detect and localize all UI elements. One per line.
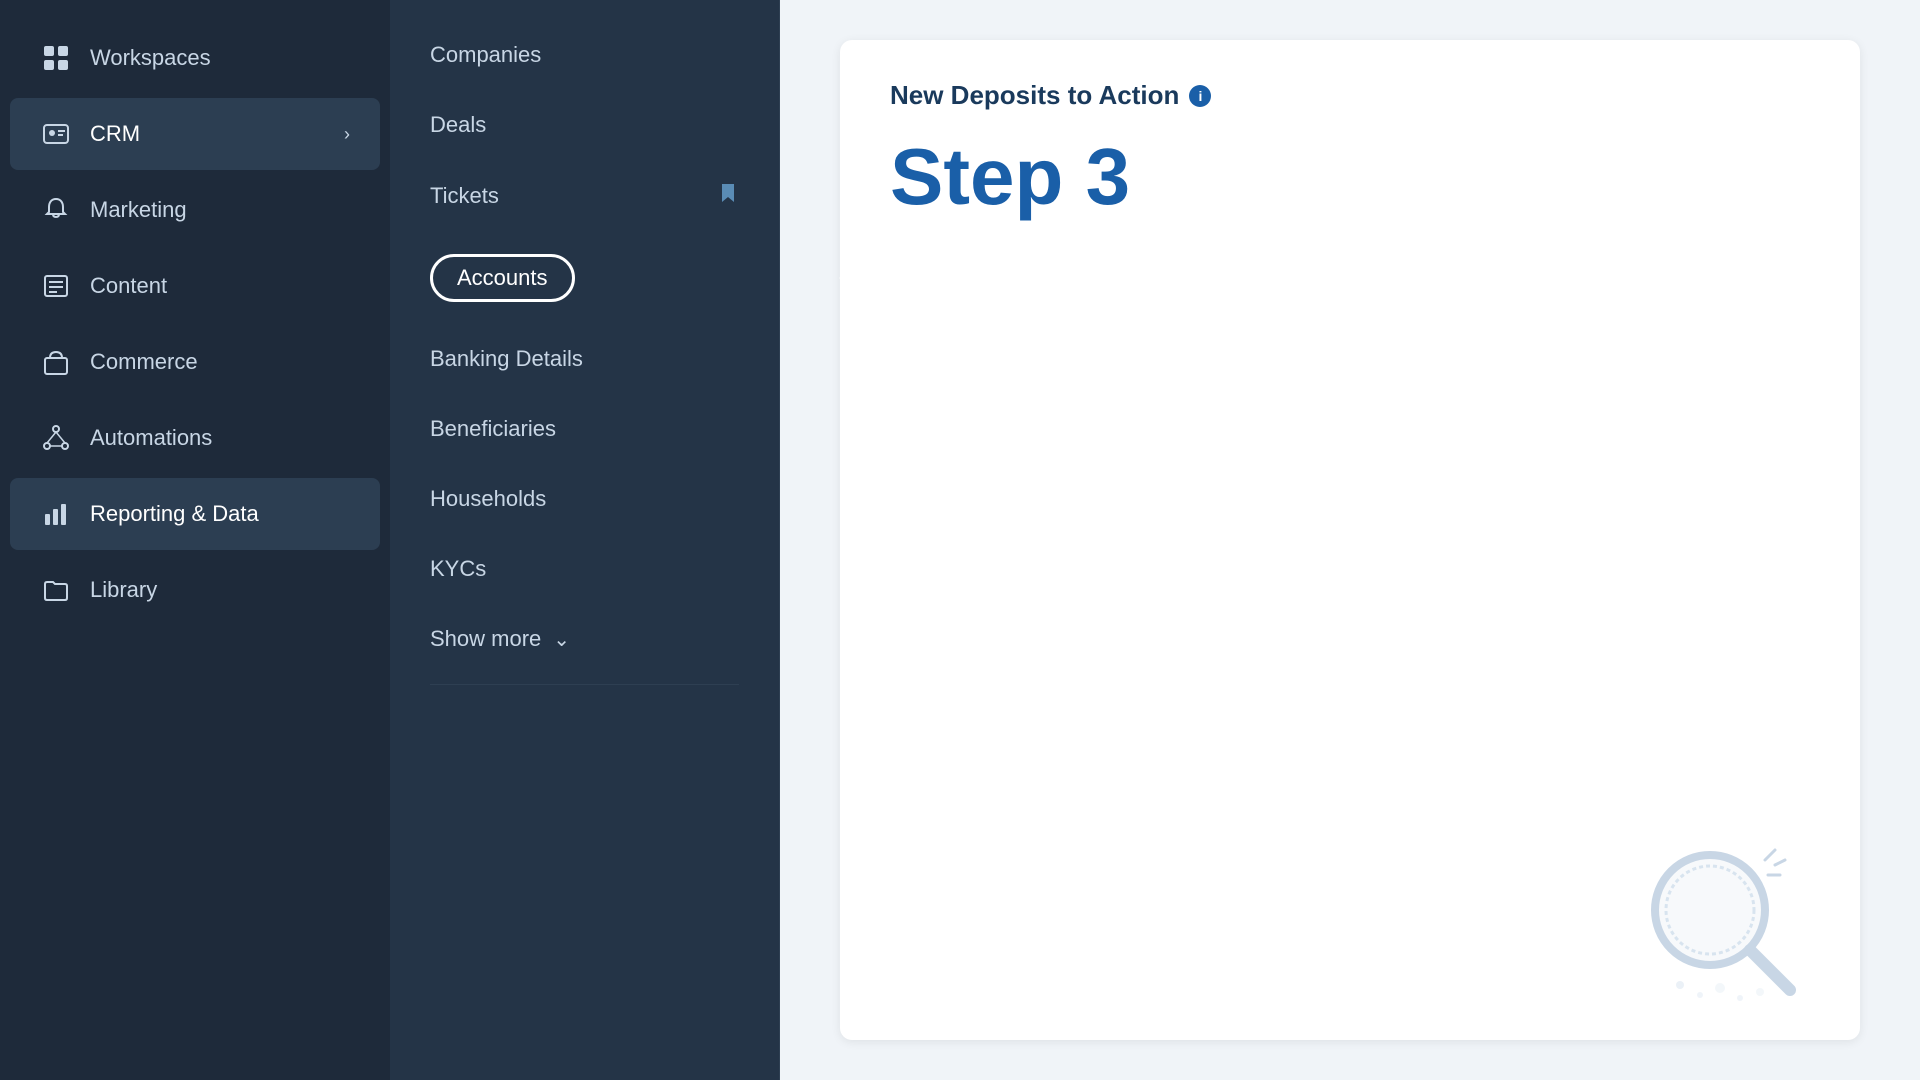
user-card-icon	[40, 118, 72, 150]
chart-icon	[40, 498, 72, 530]
chevron-right-icon: ›	[344, 124, 350, 145]
sidebar-item-content[interactable]: Content	[10, 250, 380, 322]
show-more-label: Show more	[430, 626, 541, 652]
sidebar-item-content-label: Content	[90, 273, 167, 299]
sidebar-item-automations-label: Automations	[90, 425, 212, 451]
submenu-households-label: Households	[430, 486, 546, 512]
bell-icon	[40, 194, 72, 226]
submenu-item-accounts[interactable]: Accounts	[390, 232, 779, 324]
submenu-item-banking-details[interactable]: Banking Details	[390, 324, 779, 394]
sidebar-item-marketing-label: Marketing	[90, 197, 187, 223]
submenu-banking-details-label: Banking Details	[430, 346, 583, 372]
submenu-beneficiaries-label: Beneficiaries	[430, 416, 556, 442]
submenu-item-companies[interactable]: Companies	[390, 20, 779, 90]
submenu: Companies Deals Tickets Accounts Banking…	[390, 0, 780, 1080]
submenu-item-households[interactable]: Households	[390, 464, 779, 534]
submenu-divider	[430, 684, 739, 685]
nodes-icon	[40, 422, 72, 454]
chevron-down-icon: ⌄	[553, 627, 570, 652]
submenu-accounts-label: Accounts	[430, 254, 575, 302]
sidebar-item-workspaces[interactable]: Workspaces	[10, 22, 380, 94]
sidebar-item-workspaces-label: Workspaces	[90, 45, 211, 71]
main-panel: New Deposits to Action i Step 3	[840, 40, 1860, 1040]
sidebar-item-crm[interactable]: CRM ›	[10, 98, 380, 170]
panel-title-text: New Deposits to Action	[890, 80, 1179, 111]
sidebar-item-marketing[interactable]: Marketing	[10, 174, 380, 246]
show-more-button[interactable]: Show more ⌄	[390, 604, 779, 674]
folder-icon	[40, 574, 72, 606]
sidebar: Workspaces CRM › Marketing	[0, 0, 390, 1080]
sidebar-item-commerce[interactable]: Commerce	[10, 326, 380, 398]
shop-icon	[40, 346, 72, 378]
submenu-tickets-label: Tickets	[430, 183, 499, 209]
magnifier-illustration	[1620, 830, 1820, 1010]
info-icon[interactable]: i	[1189, 85, 1211, 107]
submenu-deals-label: Deals	[430, 112, 486, 138]
step-label: Step 3	[890, 131, 1810, 223]
sidebar-item-reporting-label: Reporting & Data	[90, 501, 259, 527]
sidebar-item-reporting[interactable]: Reporting & Data	[10, 478, 380, 550]
annotation-arrow	[839, 233, 1089, 323]
submenu-item-kycs[interactable]: KYCs	[390, 534, 779, 604]
sidebar-item-crm-label: CRM	[90, 121, 140, 147]
sidebar-item-commerce-label: Commerce	[90, 349, 198, 375]
sidebar-item-library[interactable]: Library	[10, 554, 380, 626]
bookmark-icon	[717, 182, 739, 210]
grid-icon	[40, 42, 72, 74]
sidebar-item-library-label: Library	[90, 577, 157, 603]
submenu-kycs-label: KYCs	[430, 556, 486, 582]
list-icon	[40, 270, 72, 302]
submenu-item-beneficiaries[interactable]: Beneficiaries	[390, 394, 779, 464]
panel-title: New Deposits to Action i	[890, 80, 1810, 111]
sidebar-item-automations[interactable]: Automations	[10, 402, 380, 474]
submenu-companies-label: Companies	[430, 42, 541, 68]
submenu-item-tickets[interactable]: Tickets	[390, 160, 779, 232]
main-content: New Deposits to Action i Step 3	[780, 0, 1920, 1080]
submenu-item-deals[interactable]: Deals	[390, 90, 779, 160]
